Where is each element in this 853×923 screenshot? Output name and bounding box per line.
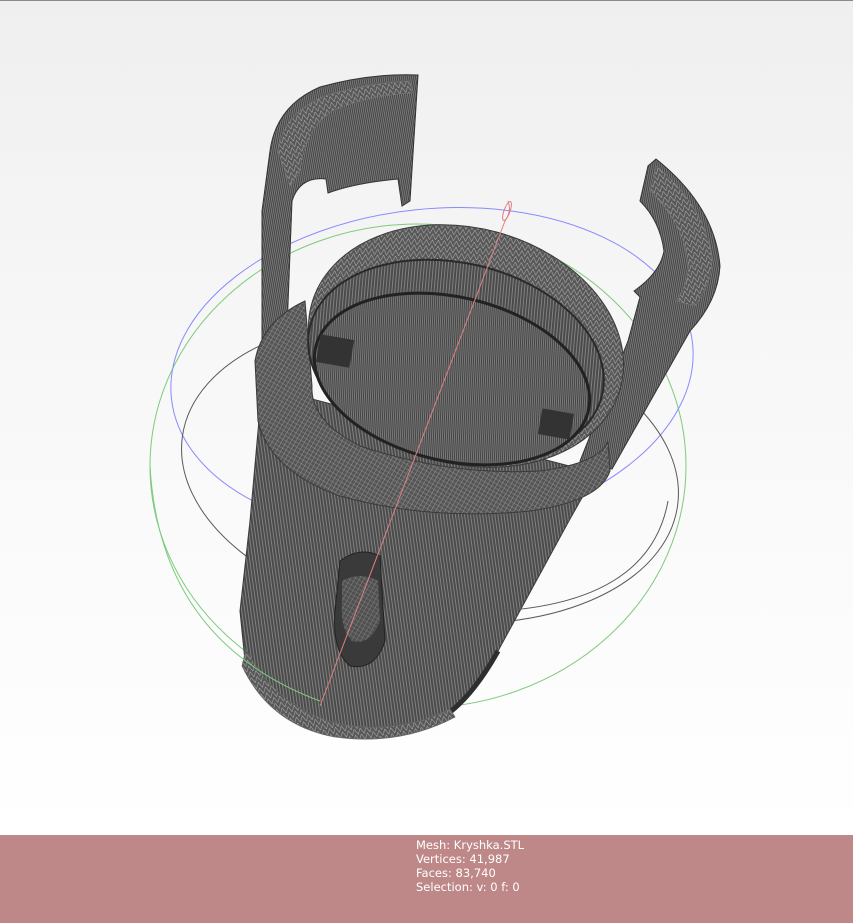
mesh-name-label: Mesh: Kryshka.STL: [416, 838, 525, 852]
mesh-model[interactable]: [239, 74, 721, 740]
faces-count-label: Faces: 83,740: [416, 866, 496, 880]
mesh-viewer-window: Mesh: Kryshka.STL Vertices: 41,987 Faces…: [0, 0, 853, 923]
selection-label: Selection: v: 0 f: 0: [416, 880, 520, 894]
mesh-info-text: Mesh: Kryshka.STL Vertices: 41,987 Faces…: [416, 838, 524, 894]
mesh-render-canvas[interactable]: [0, 1, 853, 835]
mesh-info-panel: Mesh: Kryshka.STL Vertices: 41,987 Faces…: [0, 835, 853, 923]
vertices-count-label: Vertices: 41,987: [416, 852, 510, 866]
3d-viewport[interactable]: [0, 1, 853, 835]
